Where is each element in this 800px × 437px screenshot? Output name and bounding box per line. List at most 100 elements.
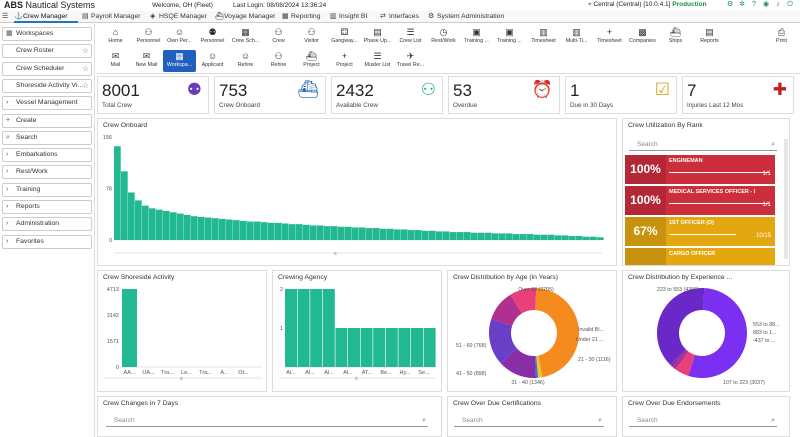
star-icon[interactable]: ☆ xyxy=(82,63,89,75)
toolbar-button-crew[interactable]: ⚇ Crew xyxy=(262,26,295,48)
sidebar-item-workspaces[interactable]: ▦ Workspaces xyxy=(2,27,92,41)
toolbar-button-new-mail[interactable]: ✉ New Mail xyxy=(130,50,163,72)
toolbar-button-print[interactable]: ⎙ Print xyxy=(765,26,798,48)
kpi-card-injuries-last-12-mos[interactable]: 7 Injuries Last 12 Mos ✚ xyxy=(682,76,794,114)
toolbar-label: Crew xyxy=(272,38,285,44)
tab-reporting[interactable]: ▦ Reporting xyxy=(282,11,320,23)
sidebar-item-create[interactable]: + Create xyxy=(2,113,92,128)
kpi-card-total-crew[interactable]: 8001 Total Crew ⚉ xyxy=(97,76,209,114)
kpi-card-available-crew[interactable]: 2432 Available Crew ⚇ xyxy=(331,76,443,114)
toolbar-button-personnel[interactable]: ⚉ Personnel xyxy=(196,26,229,48)
rank-item[interactable]: 67% 1ST OFFICER (D) 10/15 xyxy=(625,217,775,246)
toolbar-button-companies[interactable]: ▩ Companies xyxy=(626,26,659,48)
eye-icon[interactable]: ◉ xyxy=(762,1,770,9)
utilization-search-input[interactable]: Search ⌕ xyxy=(629,139,777,151)
tab-system-administration[interactable]: ⚙ System Administration xyxy=(428,11,504,23)
toolbar-button-travel-re[interactable]: ✈ Travel Re... xyxy=(394,50,427,72)
toolbar-button-timesheet[interactable]: + Timesheet xyxy=(593,26,626,48)
tab-payroll-manager[interactable]: ▤ Payroll Manager xyxy=(82,11,141,23)
sidebar-item-embarkations[interactable]: › Embarkations xyxy=(2,148,92,163)
gear-icon[interactable]: ✲ xyxy=(738,1,746,9)
toolbar-button-personnel[interactable]: ⚇ Personnel xyxy=(132,26,165,48)
rank-item[interactable]: 100% MEDICAL SERVICES OFFICER - I 1/1 xyxy=(625,186,775,215)
sidebar-item-reports[interactable]: › Reports xyxy=(2,200,92,214)
kpi-label: Available Crew xyxy=(336,102,378,109)
travel-icon: ✈ xyxy=(406,51,415,61)
bar xyxy=(114,146,121,240)
kpi-card-due-in-30-days[interactable]: 1 Due in 30 Days ☑ xyxy=(565,76,677,114)
tab-interfaces[interactable]: ⇄ Interfaces xyxy=(380,11,419,23)
sidebar-item-rest-work[interactable]: › Rest/Work xyxy=(2,165,92,180)
toolbar-button-project[interactable]: ⛴ Project xyxy=(295,50,328,72)
bar xyxy=(520,234,527,240)
rank-item[interactable]: 100% ENGINEMAN 1/1 xyxy=(625,155,775,184)
toolbar-button-reports[interactable]: ▤ Reports xyxy=(693,26,726,48)
toolbar-label: Project xyxy=(336,62,353,68)
clock-icon: ◷ xyxy=(439,27,448,37)
sidebar-item-training[interactable]: › Training xyxy=(2,182,92,197)
toolbar-button-ships[interactable]: ⛴ Ships xyxy=(659,26,692,48)
toolbar-button-rehire[interactable]: ⚇ Rehire xyxy=(262,50,295,72)
kpi-card-overdue[interactable]: 53 Overdue ⏰ xyxy=(448,76,560,114)
toolbar-button-training[interactable]: ▣ Training ... xyxy=(460,26,493,48)
endorsements-search-input[interactable]: Search ⌕ xyxy=(629,415,777,427)
sidebar-item-search[interactable]: ⌕ Search xyxy=(2,130,92,145)
environment-indicator[interactable]: ⌖ Central (Central) [10.0.4.1] Productio… xyxy=(588,1,707,9)
toolbar-button-muster-list[interactable]: ☰ Muster List xyxy=(361,50,394,72)
rank-item[interactable]: CARGO OFFICER xyxy=(625,248,775,265)
y-tick-label: 0 xyxy=(116,365,119,371)
toolbar-label: Print xyxy=(776,38,787,44)
kpi-label: Overdue xyxy=(453,102,478,109)
tab-hsqe-manager[interactable]: ◈ HSQE Manager xyxy=(150,11,207,23)
toolbar-button-own-per[interactable]: ☺ Own Per... xyxy=(163,26,196,48)
toolbar-button-phase-up[interactable]: ▤ Phase Up... xyxy=(361,26,394,48)
bar xyxy=(310,289,323,367)
sidebar-item-vessel-management[interactable]: › Vessel Management xyxy=(2,96,92,111)
sidebar-item-favorites[interactable]: › Favorites xyxy=(2,234,92,249)
settings-icon[interactable]: ⚙ xyxy=(726,1,734,9)
tab-voyage-manager[interactable]: ⛴ Voyage Manager xyxy=(215,11,275,23)
sidebar-item-crew-roster[interactable]: Crew Roster ☆ xyxy=(2,44,92,59)
toolbar-button-crew-list[interactable]: ☰ Crew List xyxy=(394,26,427,48)
toolbar-label: Mail xyxy=(110,62,121,68)
star-icon[interactable]: ☆ xyxy=(82,45,89,57)
toolbar-button-crew-sch[interactable]: ▦ Crew Sch... xyxy=(229,26,262,48)
toolbar-button-timesheet[interactable]: ▥ Timesheet xyxy=(527,26,560,48)
toolbar-button-training[interactable]: ▣ Training ... xyxy=(493,26,526,48)
scrollbar[interactable] xyxy=(784,139,788,259)
toolbar-button-visitor[interactable]: ⚇ Visitor xyxy=(295,26,328,48)
toolbar-button-project[interactable]: + Project xyxy=(328,50,361,72)
certifications-search-input[interactable]: Search ⌕ xyxy=(454,415,604,427)
toolbar-button-applicant[interactable]: ☺ Applicant xyxy=(196,50,229,72)
ship-icon: ⛴ xyxy=(669,27,682,37)
toolbar-button-rest-work[interactable]: ◷ Rest/Work xyxy=(427,26,460,48)
bar xyxy=(322,289,335,367)
bar xyxy=(478,232,485,240)
power-icon[interactable]: ⏻ xyxy=(786,1,794,9)
crew-changes-search-input[interactable]: Search ⌕ xyxy=(106,415,428,427)
chevron-right-icon: › xyxy=(6,185,9,193)
tab-crew-manager[interactable]: ⚓ Crew Manager xyxy=(14,11,78,23)
sidebar-item-crew-scheduler[interactable]: Crew Scheduler ☆ xyxy=(2,61,92,76)
experience-donut-chart: 223 to 553 (4296) 553 to 88... 883 to 1...… xyxy=(657,287,780,386)
toolbar-button-mail[interactable]: ✉ Mail xyxy=(99,50,132,72)
toolbar-button-rehire[interactable]: ☺ Rehire xyxy=(229,50,262,72)
notification-icon[interactable]: ♪ xyxy=(774,1,782,9)
sidebar-item-label: Vessel Management xyxy=(16,99,78,107)
toolbar-button-multi-ti[interactable]: ▥ Multi-Ti... xyxy=(560,26,593,48)
bar xyxy=(156,209,163,240)
toolbar-label: Personnel xyxy=(136,38,161,44)
toolbar-button-home[interactable]: ⌂ Home xyxy=(99,26,132,48)
sidebar-item-administration[interactable]: › Administration xyxy=(2,217,92,232)
sidebar-item-shoreside-activity-vi[interactable]: Shoreside Activity Vi... ☆ xyxy=(2,78,92,93)
bar xyxy=(499,233,506,240)
tab-label: Voyage Manager xyxy=(224,13,276,20)
tab-insight-bi[interactable]: ▥ Insight BI xyxy=(330,11,367,23)
kpi-card-crew-onboard[interactable]: 753 Crew Onboard ⛴ xyxy=(214,76,326,114)
toolbar-button-workspa[interactable]: ▦ Workspa... xyxy=(163,50,196,72)
help-icon[interactable]: ? xyxy=(750,1,758,9)
toolbar-button-gangway[interactable]: ⚃ Gangway... xyxy=(328,26,361,48)
menu-icon[interactable]: ☰ xyxy=(2,11,8,23)
toolbar-label: Multi-Ti... xyxy=(565,38,588,44)
star-icon[interactable]: ☆ xyxy=(82,80,89,92)
